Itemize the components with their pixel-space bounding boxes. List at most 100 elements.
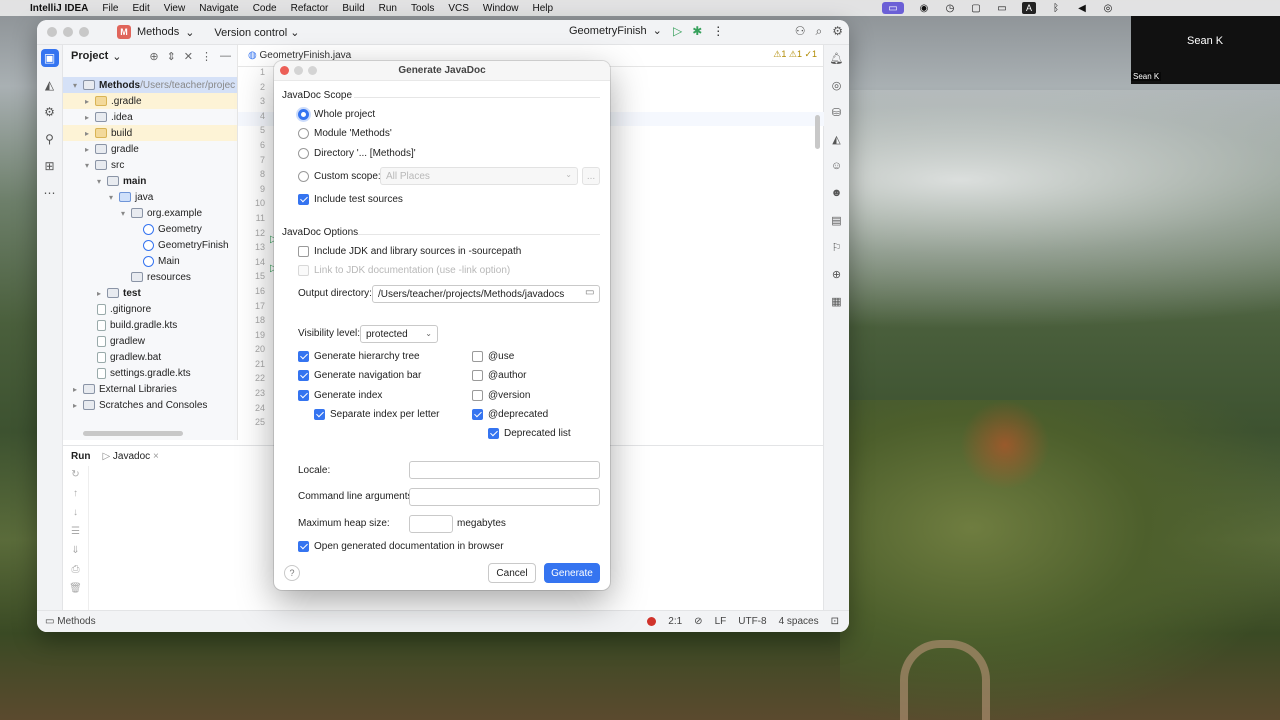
- time-machine-icon[interactable]: ◷: [944, 2, 956, 14]
- chevron-right-icon[interactable]: ▸: [85, 113, 95, 122]
- scroll-to-end-icon[interactable]: ⇓: [63, 545, 88, 561]
- deprecated-list-checkbox[interactable]: [488, 428, 499, 439]
- ai-assistant-icon[interactable]: ◎: [828, 76, 846, 94]
- tag-deprecated-label[interactable]: @deprecated: [488, 409, 548, 420]
- menu-app-name[interactable]: IntelliJ IDEA: [30, 3, 88, 14]
- include-jdk-sources-checkbox[interactable]: [298, 246, 309, 257]
- editor-tab[interactable]: ◍ GeometryFinish.java: [248, 50, 351, 61]
- chevron-down-icon[interactable]: ▾: [85, 161, 95, 170]
- print-icon[interactable]: ⎙: [63, 564, 88, 580]
- volume-icon[interactable]: ◀: [1076, 2, 1088, 14]
- notifications-icon[interactable]: 🔔︎: [828, 49, 846, 67]
- scope-module-label[interactable]: Module 'Methods': [314, 128, 392, 139]
- generate-hierarchy-label[interactable]: Generate hierarchy tree: [314, 351, 420, 362]
- copilot-chat-icon[interactable]: ☻: [828, 184, 846, 202]
- project-widget[interactable]: M Methods ⌄: [117, 25, 194, 39]
- pull-requests-icon[interactable]: ⚲: [41, 130, 59, 148]
- editor-vertical-scrollbar[interactable]: [815, 115, 820, 149]
- input-source-icon[interactable]: A: [1022, 2, 1036, 14]
- scroll-down-icon[interactable]: ↓: [63, 507, 88, 523]
- locate-icon[interactable]: ⊕: [149, 50, 158, 63]
- indent-settings[interactable]: 4 spaces: [779, 616, 819, 627]
- chevron-right-icon[interactable]: ▸: [73, 385, 83, 394]
- close-dialog-button[interactable]: [280, 66, 289, 75]
- tag-use-label[interactable]: @use: [488, 351, 514, 362]
- close-window-button[interactable]: [47, 27, 57, 37]
- more-tools-icon[interactable]: ⋯: [41, 184, 59, 202]
- scope-custom-radio[interactable]: [298, 171, 309, 182]
- max-heap-field[interactable]: [409, 515, 453, 533]
- menu-refactor[interactable]: Refactor: [291, 3, 329, 14]
- scroll-up-icon[interactable]: ↑: [63, 488, 88, 504]
- tag-version-checkbox[interactable]: [472, 390, 483, 401]
- plugins-icon[interactable]: ⚙: [41, 103, 59, 121]
- tree-item-gradlew-bat[interactable]: gradlew.bat: [97, 349, 161, 365]
- generate-hierarchy-checkbox[interactable]: [298, 351, 309, 362]
- scope-directory-radio[interactable]: [298, 148, 309, 159]
- tree-item-geometryfinish[interactable]: GeometryFinish: [143, 237, 229, 253]
- separate-index-label[interactable]: Separate index per letter: [330, 409, 440, 420]
- screen-share-icon[interactable]: ▭: [882, 2, 904, 14]
- onepassword-icon[interactable]: ◉: [918, 2, 930, 14]
- cancel-button[interactable]: Cancel: [488, 563, 536, 583]
- tree-horizontal-scrollbar[interactable]: [83, 431, 183, 436]
- open-in-browser-label[interactable]: Open generated documentation in browser: [314, 541, 504, 552]
- zoom-window-button[interactable]: [79, 27, 89, 37]
- chevron-down-icon[interactable]: ▾: [97, 177, 107, 186]
- battery-icon[interactable]: ▭: [996, 2, 1008, 14]
- include-test-sources-label[interactable]: Include test sources: [314, 194, 403, 205]
- coverage-icon[interactable]: ▤: [828, 211, 846, 229]
- scope-module-radio[interactable]: [298, 128, 309, 139]
- tree-item-java[interactable]: ▾ java: [109, 189, 153, 205]
- minimize-window-button[interactable]: [63, 27, 73, 37]
- chevron-down-icon[interactable]: ▾: [109, 193, 119, 202]
- trash-icon[interactable]: 🗑︎: [63, 583, 88, 599]
- chevron-down-icon[interactable]: ▾: [121, 209, 131, 218]
- tag-author-checkbox[interactable]: [472, 370, 483, 381]
- tree-item-build[interactable]: ▸ build: [85, 125, 132, 141]
- display-icon[interactable]: ▢: [970, 2, 982, 14]
- browse-folder-icon[interactable]: ▭: [585, 287, 594, 298]
- tree-item-src[interactable]: ▾ src: [85, 157, 124, 173]
- tag-use-checkbox[interactable]: [472, 351, 483, 362]
- menu-window[interactable]: Window: [483, 3, 519, 14]
- debug-icon[interactable]: ✱: [692, 24, 702, 38]
- javadoc-run-tab[interactable]: ▷ Javadoc ×: [102, 451, 158, 462]
- caret-position[interactable]: 2:1: [668, 616, 682, 627]
- menu-build[interactable]: Build: [342, 3, 364, 14]
- output-directory-field[interactable]: /Users/teacher/projects/Methods/javadocs: [372, 285, 600, 303]
- open-in-browser-checkbox[interactable]: [298, 541, 309, 552]
- generate-index-checkbox[interactable]: [298, 390, 309, 401]
- project-tool-icon[interactable]: ▣: [40, 49, 59, 67]
- file-encoding[interactable]: UTF-8: [738, 616, 766, 627]
- visibility-level-select[interactable]: protected ⌄: [360, 325, 438, 343]
- commit-tool-icon[interactable]: ◭: [41, 76, 59, 94]
- settings-gear-icon[interactable]: ⚙: [832, 24, 843, 39]
- scope-directory-label[interactable]: Directory '... [Methods]': [314, 148, 416, 159]
- tree-item-gradle[interactable]: ▸ gradle: [85, 141, 139, 157]
- ai-status-icon[interactable]: ⊘: [694, 616, 702, 627]
- lock-icon[interactable]: ⊡: [831, 616, 839, 627]
- close-tab-icon[interactable]: ×: [153, 451, 159, 462]
- vcs-widget[interactable]: Version control ⌄: [214, 26, 299, 39]
- tree-item-geometry[interactable]: Geometry: [143, 221, 202, 237]
- tree-item-external-libraries[interactable]: ▸ External Libraries: [73, 381, 177, 397]
- inspection-widget[interactable]: ⚠1 ⚠1 ✓1: [773, 49, 817, 60]
- chevron-right-icon[interactable]: ▸: [73, 401, 83, 410]
- tree-item-gradle-dir[interactable]: ▸ .gradle: [85, 93, 142, 109]
- menu-view[interactable]: View: [164, 3, 186, 14]
- run-config-selector[interactable]: GeometryFinish ⌄: [569, 24, 662, 38]
- scope-whole-project-label[interactable]: Whole project: [314, 109, 375, 120]
- soft-wrap-icon[interactable]: ☰: [63, 526, 88, 542]
- help-button[interactable]: ?: [284, 565, 300, 581]
- deprecated-list-label[interactable]: Deprecated list: [504, 428, 571, 439]
- options-icon[interactable]: ⋮: [201, 50, 212, 63]
- tree-item-build-gradle-kts[interactable]: build.gradle.kts: [97, 317, 177, 333]
- breadcrumb[interactable]: ▭ Methods: [45, 616, 96, 627]
- endpoints-icon[interactable]: ⚐: [828, 238, 846, 256]
- rerun-icon[interactable]: ↻: [63, 469, 88, 485]
- chevron-right-icon[interactable]: ▸: [85, 97, 95, 106]
- menu-edit[interactable]: Edit: [132, 3, 149, 14]
- bluetooth-icon[interactable]: ᛒ: [1050, 2, 1062, 14]
- scope-custom-label[interactable]: Custom scope:: [314, 171, 381, 182]
